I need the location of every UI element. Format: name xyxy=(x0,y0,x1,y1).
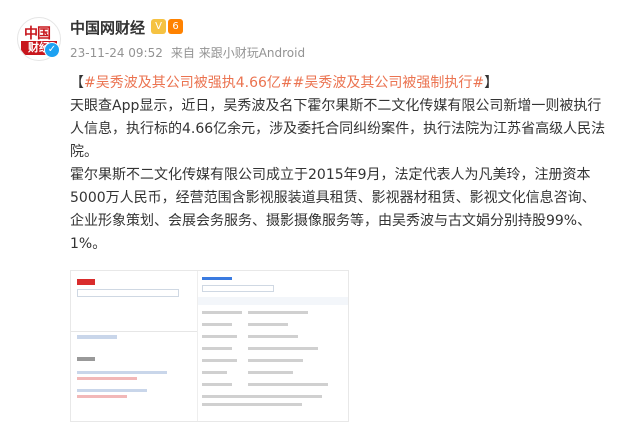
row-shape xyxy=(248,335,298,338)
headline: 【#吴秀波及其公司被强执4.66亿##吴秀波及其公司被强制执行#】 xyxy=(70,72,608,95)
row-shape xyxy=(248,359,303,362)
row-shape xyxy=(202,311,242,314)
row-shape xyxy=(77,371,167,374)
badge-group: V 6 xyxy=(151,19,183,34)
topic-link[interactable]: #吴秀波及其公司被强执4.66亿# xyxy=(84,75,293,91)
row-shape xyxy=(248,383,328,386)
row-shape xyxy=(202,347,232,350)
post-timestamp[interactable]: 23-11-24 09:52 xyxy=(70,46,163,60)
verified-icon: ✓ xyxy=(44,42,60,58)
row-shape xyxy=(202,335,237,338)
row-shape xyxy=(77,377,137,380)
screenshot-left-panel xyxy=(71,271,198,421)
row-shape xyxy=(248,311,308,314)
tab-shape xyxy=(77,335,117,339)
search-bar-shape xyxy=(77,289,179,297)
post-meta: 23-11-24 09:52 来自 来跟小财玩Android xyxy=(70,44,305,61)
author-name[interactable]: 中国网财经 xyxy=(70,17,145,38)
paragraph: 天眼查App显示，近日，吴秀波及名下霍尔果斯不二文化传媒有限公司新增一则被执行人… xyxy=(70,98,606,160)
logo-mark xyxy=(77,279,95,285)
post-image[interactable] xyxy=(70,270,349,422)
table-header-shape xyxy=(198,297,348,305)
row-shape xyxy=(202,383,232,386)
row-shape xyxy=(77,389,147,392)
level-icon[interactable]: 6 xyxy=(168,19,183,34)
screenshot-right-panel xyxy=(198,271,348,421)
link-shape xyxy=(202,277,232,280)
row-shape xyxy=(77,395,127,398)
post-content: 【#吴秀波及其公司被强执4.66亿##吴秀波及其公司被强制执行#】 天眼查App… xyxy=(70,72,608,256)
row-shape xyxy=(248,371,293,374)
post-source: 来自 来跟小财玩Android xyxy=(170,46,306,60)
headline-close-bracket: 】 xyxy=(484,75,499,91)
row-shape xyxy=(248,323,288,326)
row-shape xyxy=(202,323,232,326)
avatar-logo-text: 中国 xyxy=(24,26,51,42)
search-bar-shape xyxy=(202,285,274,292)
divider xyxy=(71,331,197,332)
row-shape xyxy=(202,359,237,362)
row-shape xyxy=(202,395,322,398)
row-shape xyxy=(248,347,318,350)
vip-icon[interactable]: V xyxy=(151,19,166,34)
headline-open-bracket: 【 xyxy=(70,75,84,91)
heading-shape xyxy=(77,357,95,361)
row-shape xyxy=(202,371,227,374)
paragraph: 霍尔果斯不二文化传媒有限公司成立于2015年9月，法定代表人为凡美玲，注册资本5… xyxy=(70,167,596,252)
topic-link[interactable]: #吴秀波及其公司被强制执行# xyxy=(293,75,484,91)
row-shape xyxy=(202,403,302,406)
